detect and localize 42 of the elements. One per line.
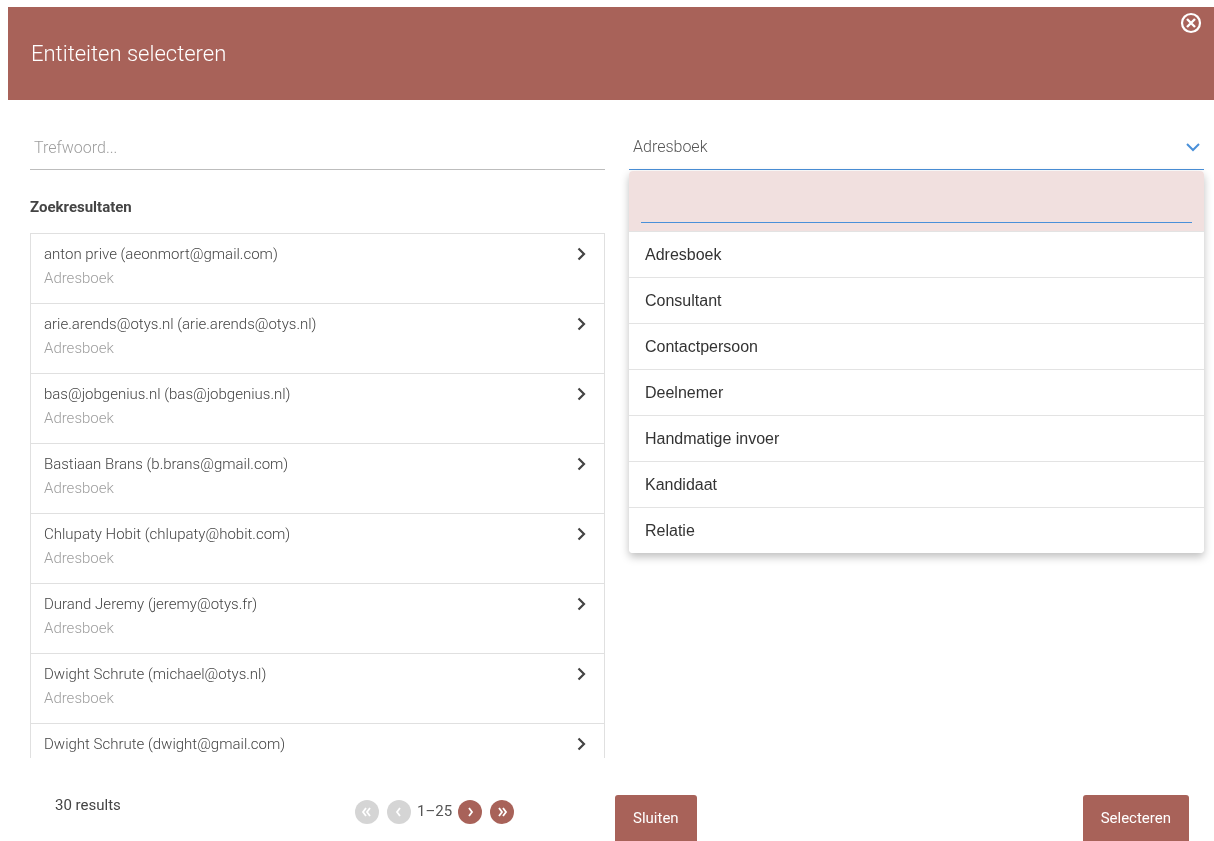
chevron-down-icon (1186, 142, 1200, 152)
dropdown-option[interactable]: Adresboek (629, 231, 1204, 277)
results-heading: Zoekresultaten (30, 197, 133, 218)
results-count: 30 results (55, 795, 122, 817)
result-source: Adresboek (44, 548, 115, 569)
result-source: Adresboek (44, 408, 115, 429)
result-source: Adresboek (44, 478, 115, 499)
result-name: Chlupaty Hobit (chlupaty@hobit.com) (44, 523, 291, 545)
result-name: bas@jobgenius.nl (bas@jobgenius.nl) (44, 383, 291, 405)
dropdown-option[interactable]: Handmatige invoer (629, 415, 1204, 461)
result-name: Dwight Schrute (michael@otys.nl) (44, 663, 267, 685)
chevron-right-icon (577, 596, 586, 611)
dialog-title: Entiteiten selecteren (31, 40, 227, 68)
result-source: Adresboek (44, 268, 115, 289)
chevron-right-icon (577, 456, 586, 471)
dropdown-option[interactable]: Relatie (629, 507, 1204, 553)
keyword-field[interactable]: Trefwoord... (30, 125, 605, 170)
chevron-right-icon (577, 386, 586, 401)
result-name: Bastiaan Brans (b.brans@gmail.com) (44, 453, 289, 475)
select-button[interactable]: Selecteren (1082, 795, 1189, 841)
result-source: Adresboek (44, 688, 115, 709)
dropdown-option[interactable]: Contactpersoon (629, 323, 1204, 369)
result-source: Adresboek (44, 338, 115, 359)
dropdown-option[interactable]: Consultant (629, 277, 1204, 323)
result-name: Dwight Schrute (dwight@gmail.com) (44, 733, 286, 755)
result-name: anton prive (aeonmort@gmail.com) (44, 243, 278, 265)
result-name: arie.arends@otys.nl (arie.arends@otys.nl) (44, 313, 317, 335)
chevron-right-icon (577, 246, 586, 261)
result-source: Adresboek (44, 618, 115, 639)
page-range: 1–25 (417, 801, 453, 823)
chevron-right-icon (577, 316, 586, 331)
close-icon[interactable] (1180, 12, 1202, 34)
result-name: Durand Jeremy (jeremy@otys.fr) (44, 593, 258, 615)
source-select[interactable]: Adresboek (629, 125, 1204, 170)
chevron-right-icon (577, 526, 586, 541)
next-page-button[interactable] (458, 799, 483, 824)
chevron-right-icon (577, 666, 586, 681)
dropdown-option[interactable]: Deelnemer (629, 369, 1204, 415)
last-page-button[interactable] (490, 799, 515, 824)
chevron-right-icon (577, 736, 586, 751)
close-button[interactable]: Sluiten (615, 795, 697, 841)
dropdown-option[interactable]: Kandidaat (629, 461, 1204, 507)
